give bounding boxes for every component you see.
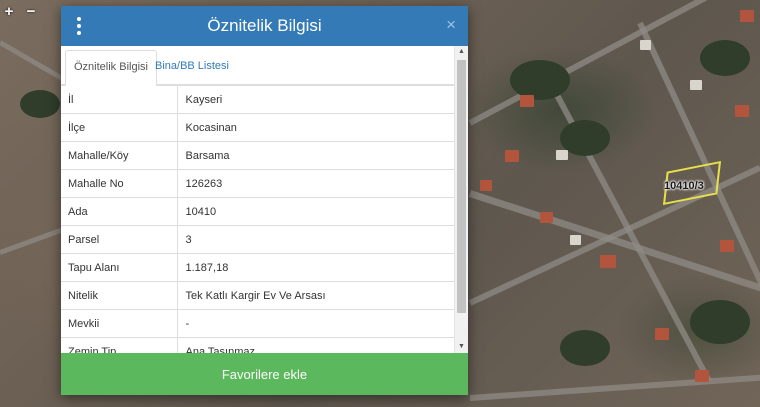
- map-building: [740, 10, 754, 22]
- row-value: 10410: [177, 197, 454, 226]
- close-icon[interactable]: ×: [446, 16, 456, 34]
- table-row: Nitelik Tek Katlı Kargir Ev Ve Arsası: [61, 281, 454, 310]
- modal-body[interactable]: Öznitelik Bilgisi Bina/BB Listesi İl Kay…: [61, 46, 468, 353]
- tab-bar: Öznitelik Bilgisi Bina/BB Listesi: [61, 50, 454, 86]
- map-tree: [690, 300, 750, 344]
- row-key: Ada: [61, 197, 178, 226]
- map-building: [540, 212, 553, 223]
- map-building: [720, 240, 734, 252]
- row-value: Tek Katlı Kargir Ev Ve Arsası: [177, 281, 454, 310]
- row-value: 3: [177, 225, 454, 254]
- row-value: Barsama: [177, 141, 454, 170]
- row-key: İl: [61, 85, 178, 114]
- table-row: Mevkii -: [61, 309, 454, 338]
- row-key: Mahalle No: [61, 169, 178, 198]
- add-to-favorites-button[interactable]: Favorilere ekle: [61, 353, 468, 395]
- row-value: 1.187,18: [177, 253, 454, 282]
- modal-title: Öznitelik Bilgisi: [207, 16, 322, 35]
- row-value: 126263: [177, 169, 454, 198]
- map-building: [505, 150, 519, 162]
- map-tree: [700, 40, 750, 76]
- modal-scroll-content: Öznitelik Bilgisi Bina/BB Listesi İl Kay…: [61, 46, 454, 353]
- map-road: [0, 226, 67, 255]
- table-row: Zemin Tip Ana Taşınmaz: [61, 337, 454, 353]
- map-building: [480, 180, 492, 191]
- zoom-out-button[interactable]: −: [24, 2, 38, 22]
- map-building: [735, 105, 749, 117]
- map-tree: [510, 60, 570, 100]
- table-row: İlçe Kocasinan: [61, 113, 454, 142]
- attribute-table: İl Kayseri İlçe Kocasinan Mahalle/Köy Ba…: [61, 85, 454, 353]
- tab-attribute-info[interactable]: Öznitelik Bilgisi: [65, 50, 157, 86]
- map-road: [469, 374, 760, 401]
- row-key: İlçe: [61, 113, 178, 142]
- table-row: Mahalle No 126263: [61, 169, 454, 198]
- row-value: Kayseri: [177, 85, 454, 114]
- map-road: [0, 40, 71, 85]
- scroll-down-arrow-icon[interactable]: ▼: [455, 341, 468, 353]
- row-key: Mevkii: [61, 309, 178, 338]
- map-tree: [20, 90, 60, 118]
- row-value: Kocasinan: [177, 113, 454, 142]
- map-building: [695, 370, 709, 382]
- map-tree: [560, 330, 610, 366]
- parcel-label: 10410/3: [664, 180, 704, 192]
- scroll-up-arrow-icon[interactable]: ▲: [455, 46, 468, 58]
- map-building: [600, 255, 616, 268]
- map-building: [556, 150, 568, 160]
- map-building: [570, 235, 581, 245]
- map-building: [690, 80, 702, 90]
- row-key: Parsel: [61, 225, 178, 254]
- row-key: Nitelik: [61, 281, 178, 310]
- row-key: Zemin Tip: [61, 337, 178, 353]
- row-value: Ana Taşınmaz: [177, 337, 454, 353]
- scroll-thumb[interactable]: [457, 60, 466, 313]
- table-row: Ada 10410: [61, 197, 454, 226]
- attribute-info-modal: Öznitelik Bilgisi × Öznitelik Bilgisi Bi…: [61, 6, 468, 395]
- row-value: -: [177, 309, 454, 338]
- map-building: [640, 40, 651, 50]
- table-row: İl Kayseri: [61, 85, 454, 114]
- table-row: Mahalle/Köy Barsama: [61, 141, 454, 170]
- vertical-scrollbar[interactable]: ▲ ▼: [454, 46, 468, 353]
- map-building: [655, 328, 669, 340]
- modal-header: Öznitelik Bilgisi ×: [61, 6, 468, 46]
- tab-building-list[interactable]: Bina/BB Listesi: [147, 50, 237, 85]
- map-building: [520, 95, 534, 107]
- row-key: Mahalle/Köy: [61, 141, 178, 170]
- zoom-controls: + −: [2, 2, 38, 22]
- table-row: Tapu Alanı 1.187,18: [61, 253, 454, 282]
- table-row: Parsel 3: [61, 225, 454, 254]
- row-key: Tapu Alanı: [61, 253, 178, 282]
- zoom-in-button[interactable]: +: [2, 2, 16, 22]
